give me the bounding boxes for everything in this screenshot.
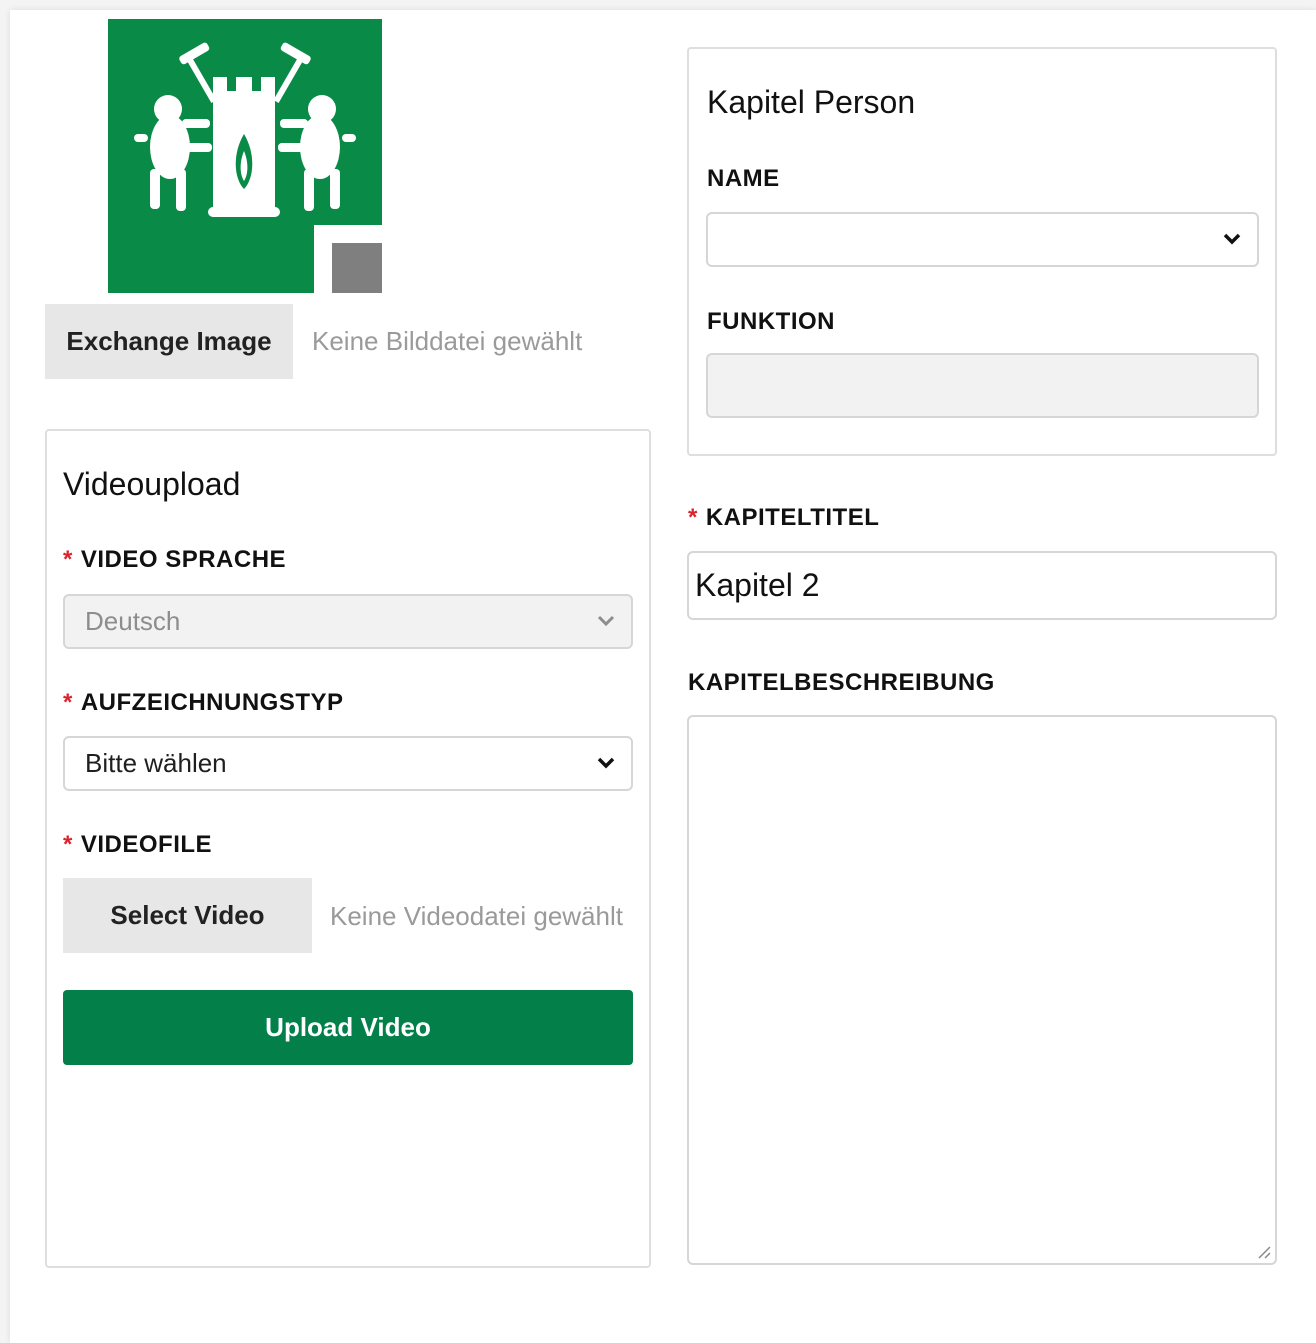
required-mark: * <box>63 689 73 716</box>
image-file-hint: Keine Bilddatei gewählt <box>312 326 583 356</box>
exchange-image-button[interactable]: Exchange Image <box>45 304 293 379</box>
chevron-down-icon <box>1223 233 1241 244</box>
chapter-description-label: KAPITELBESCHREIBUNG <box>688 669 995 696</box>
recording-type-value: Bitte wählen <box>85 748 227 778</box>
coat-of-arms-icon <box>134 42 356 217</box>
chapter-description-textarea[interactable] <box>687 715 1277 1265</box>
person-name-label: NAME <box>707 165 780 192</box>
chevron-down-icon <box>597 757 615 768</box>
person-function-label: FUNKTION <box>707 308 835 335</box>
upload-video-button[interactable]: Upload Video <box>63 990 633 1065</box>
required-mark: * <box>63 546 73 573</box>
required-mark: * <box>688 504 698 531</box>
chapter-title-label: * KAPITELTITEL <box>688 504 880 531</box>
chapter-title-input[interactable]: Kapitel 2 <box>687 551 1277 620</box>
video-language-value: Deutsch <box>85 606 181 636</box>
recording-type-select[interactable]: Bitte wählen <box>63 736 633 791</box>
video-upload-title: Videoupload <box>63 466 241 502</box>
page: Exchange Image Keine Bilddatei gewählt V… <box>10 10 1316 1343</box>
coat-of-arms-logo <box>108 19 382 293</box>
required-mark: * <box>63 831 73 858</box>
person-name-select[interactable] <box>706 212 1259 267</box>
video-language-label: * VIDEO SPRACHE <box>63 546 287 573</box>
chapter-person-title: Kapitel Person <box>707 84 916 120</box>
person-function-field[interactable] <box>706 353 1259 418</box>
video-language-select[interactable]: Deutsch <box>63 594 633 649</box>
resize-grip-icon[interactable] <box>1255 1243 1271 1259</box>
video-file-hint: Keine Videodatei gewählt <box>330 901 623 931</box>
recording-type-label: * AUFZEICHNUNGSTYP <box>63 689 344 716</box>
chapter-title-value: Kapitel 2 <box>695 567 820 603</box>
chevron-down-icon <box>597 615 615 626</box>
select-video-button[interactable]: Select Video <box>63 878 312 953</box>
logo-gray-square <box>332 243 382 293</box>
video-file-label: * VIDEOFILE <box>63 831 213 858</box>
